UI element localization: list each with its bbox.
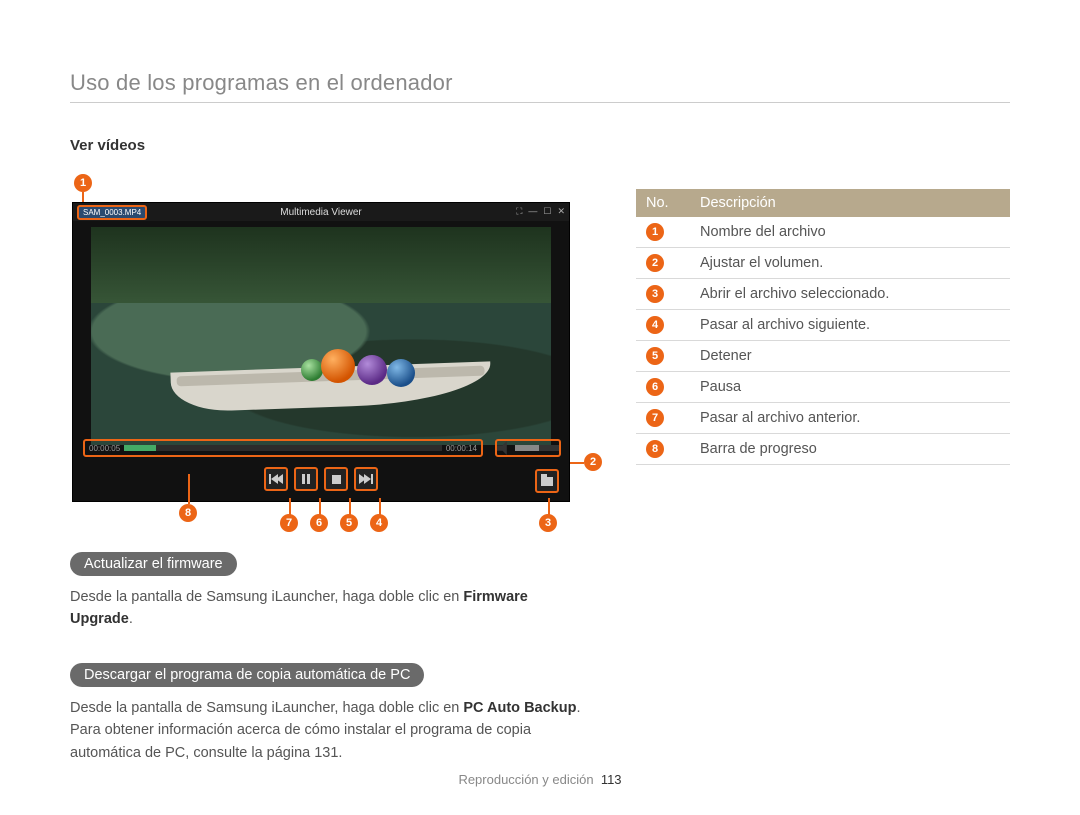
table-row: 6Pausa <box>636 372 1010 403</box>
section-ver-videos: Ver vídeos <box>70 137 590 154</box>
volume-slider[interactable] <box>515 445 559 451</box>
multimedia-viewer-window: SAM_0003.MP4 Multimedia Viewer ⛶ — ☐ ✕ <box>72 202 570 502</box>
pause-button[interactable] <box>294 467 318 491</box>
table-row: 1Nombre del archivo <box>636 217 1010 248</box>
table-row: 3Abrir el archivo seleccionado. <box>636 279 1010 310</box>
table-row: 7Pasar al archivo anterior. <box>636 403 1010 434</box>
minimize-icon[interactable]: — <box>528 206 537 217</box>
window-controls[interactable]: ⛶ — ☐ ✕ <box>516 206 565 217</box>
firmware-text: Desde la pantalla de Samsung iLauncher, … <box>70 586 590 631</box>
callout-2: 2 <box>584 453 602 471</box>
table-row: 4Pasar al archivo siguiente. <box>636 310 1010 341</box>
progress-bar[interactable] <box>124 445 442 451</box>
next-button[interactable] <box>354 467 378 491</box>
table-row: 8Barra de progreso <box>636 434 1010 465</box>
callout-8: 8 <box>179 504 197 522</box>
callout-1: 1 <box>74 174 92 192</box>
previous-button[interactable] <box>264 467 288 491</box>
fullscreen-icon[interactable]: ⛶ <box>516 206 522 217</box>
player-titlebar: SAM_0003.MP4 Multimedia Viewer ⛶ — ☐ ✕ <box>73 203 569 221</box>
player-controls <box>73 465 569 493</box>
pill-backup: Descargar el programa de copia automátic… <box>70 663 424 687</box>
page-footer: Reproducción y edición 113 <box>0 772 1080 787</box>
video-preview <box>91 227 551 445</box>
table-row: 5Detener <box>636 341 1010 372</box>
close-icon[interactable]: ✕ <box>557 206 565 217</box>
folder-icon <box>541 477 553 486</box>
app-title: Multimedia Viewer <box>280 207 362 218</box>
time-total: 00:00:14 <box>446 444 477 453</box>
page-title: Uso de los programas en el ordenador <box>70 70 1010 103</box>
th-desc: Descripción <box>690 189 1010 217</box>
stop-button[interactable] <box>324 467 348 491</box>
callout-6: 6 <box>310 514 328 532</box>
callout-3: 3 <box>539 514 557 532</box>
maximize-icon[interactable]: ☐ <box>543 206 551 217</box>
callout-7: 7 <box>280 514 298 532</box>
volume-group[interactable] <box>495 439 561 457</box>
filename-chip: SAM_0003.MP4 <box>77 205 147 220</box>
backup-text: Desde la pantalla de Samsung iLauncher, … <box>70 697 590 764</box>
open-file-button[interactable] <box>535 469 559 493</box>
pill-firmware: Actualizar el firmware <box>70 552 237 576</box>
table-row: 2Ajustar el volumen. <box>636 248 1010 279</box>
volume-icon[interactable] <box>497 441 511 455</box>
time-elapsed: 00:00:05 <box>89 444 120 453</box>
leader-2 <box>570 462 584 464</box>
callout-5: 5 <box>340 514 358 532</box>
description-table: No. Descripción 1Nombre del archivo 2Aju… <box>636 189 1010 465</box>
progress-bar-group[interactable]: 00:00:05 00:00:14 <box>83 439 483 457</box>
callout-4: 4 <box>370 514 388 532</box>
th-no: No. <box>636 189 690 217</box>
